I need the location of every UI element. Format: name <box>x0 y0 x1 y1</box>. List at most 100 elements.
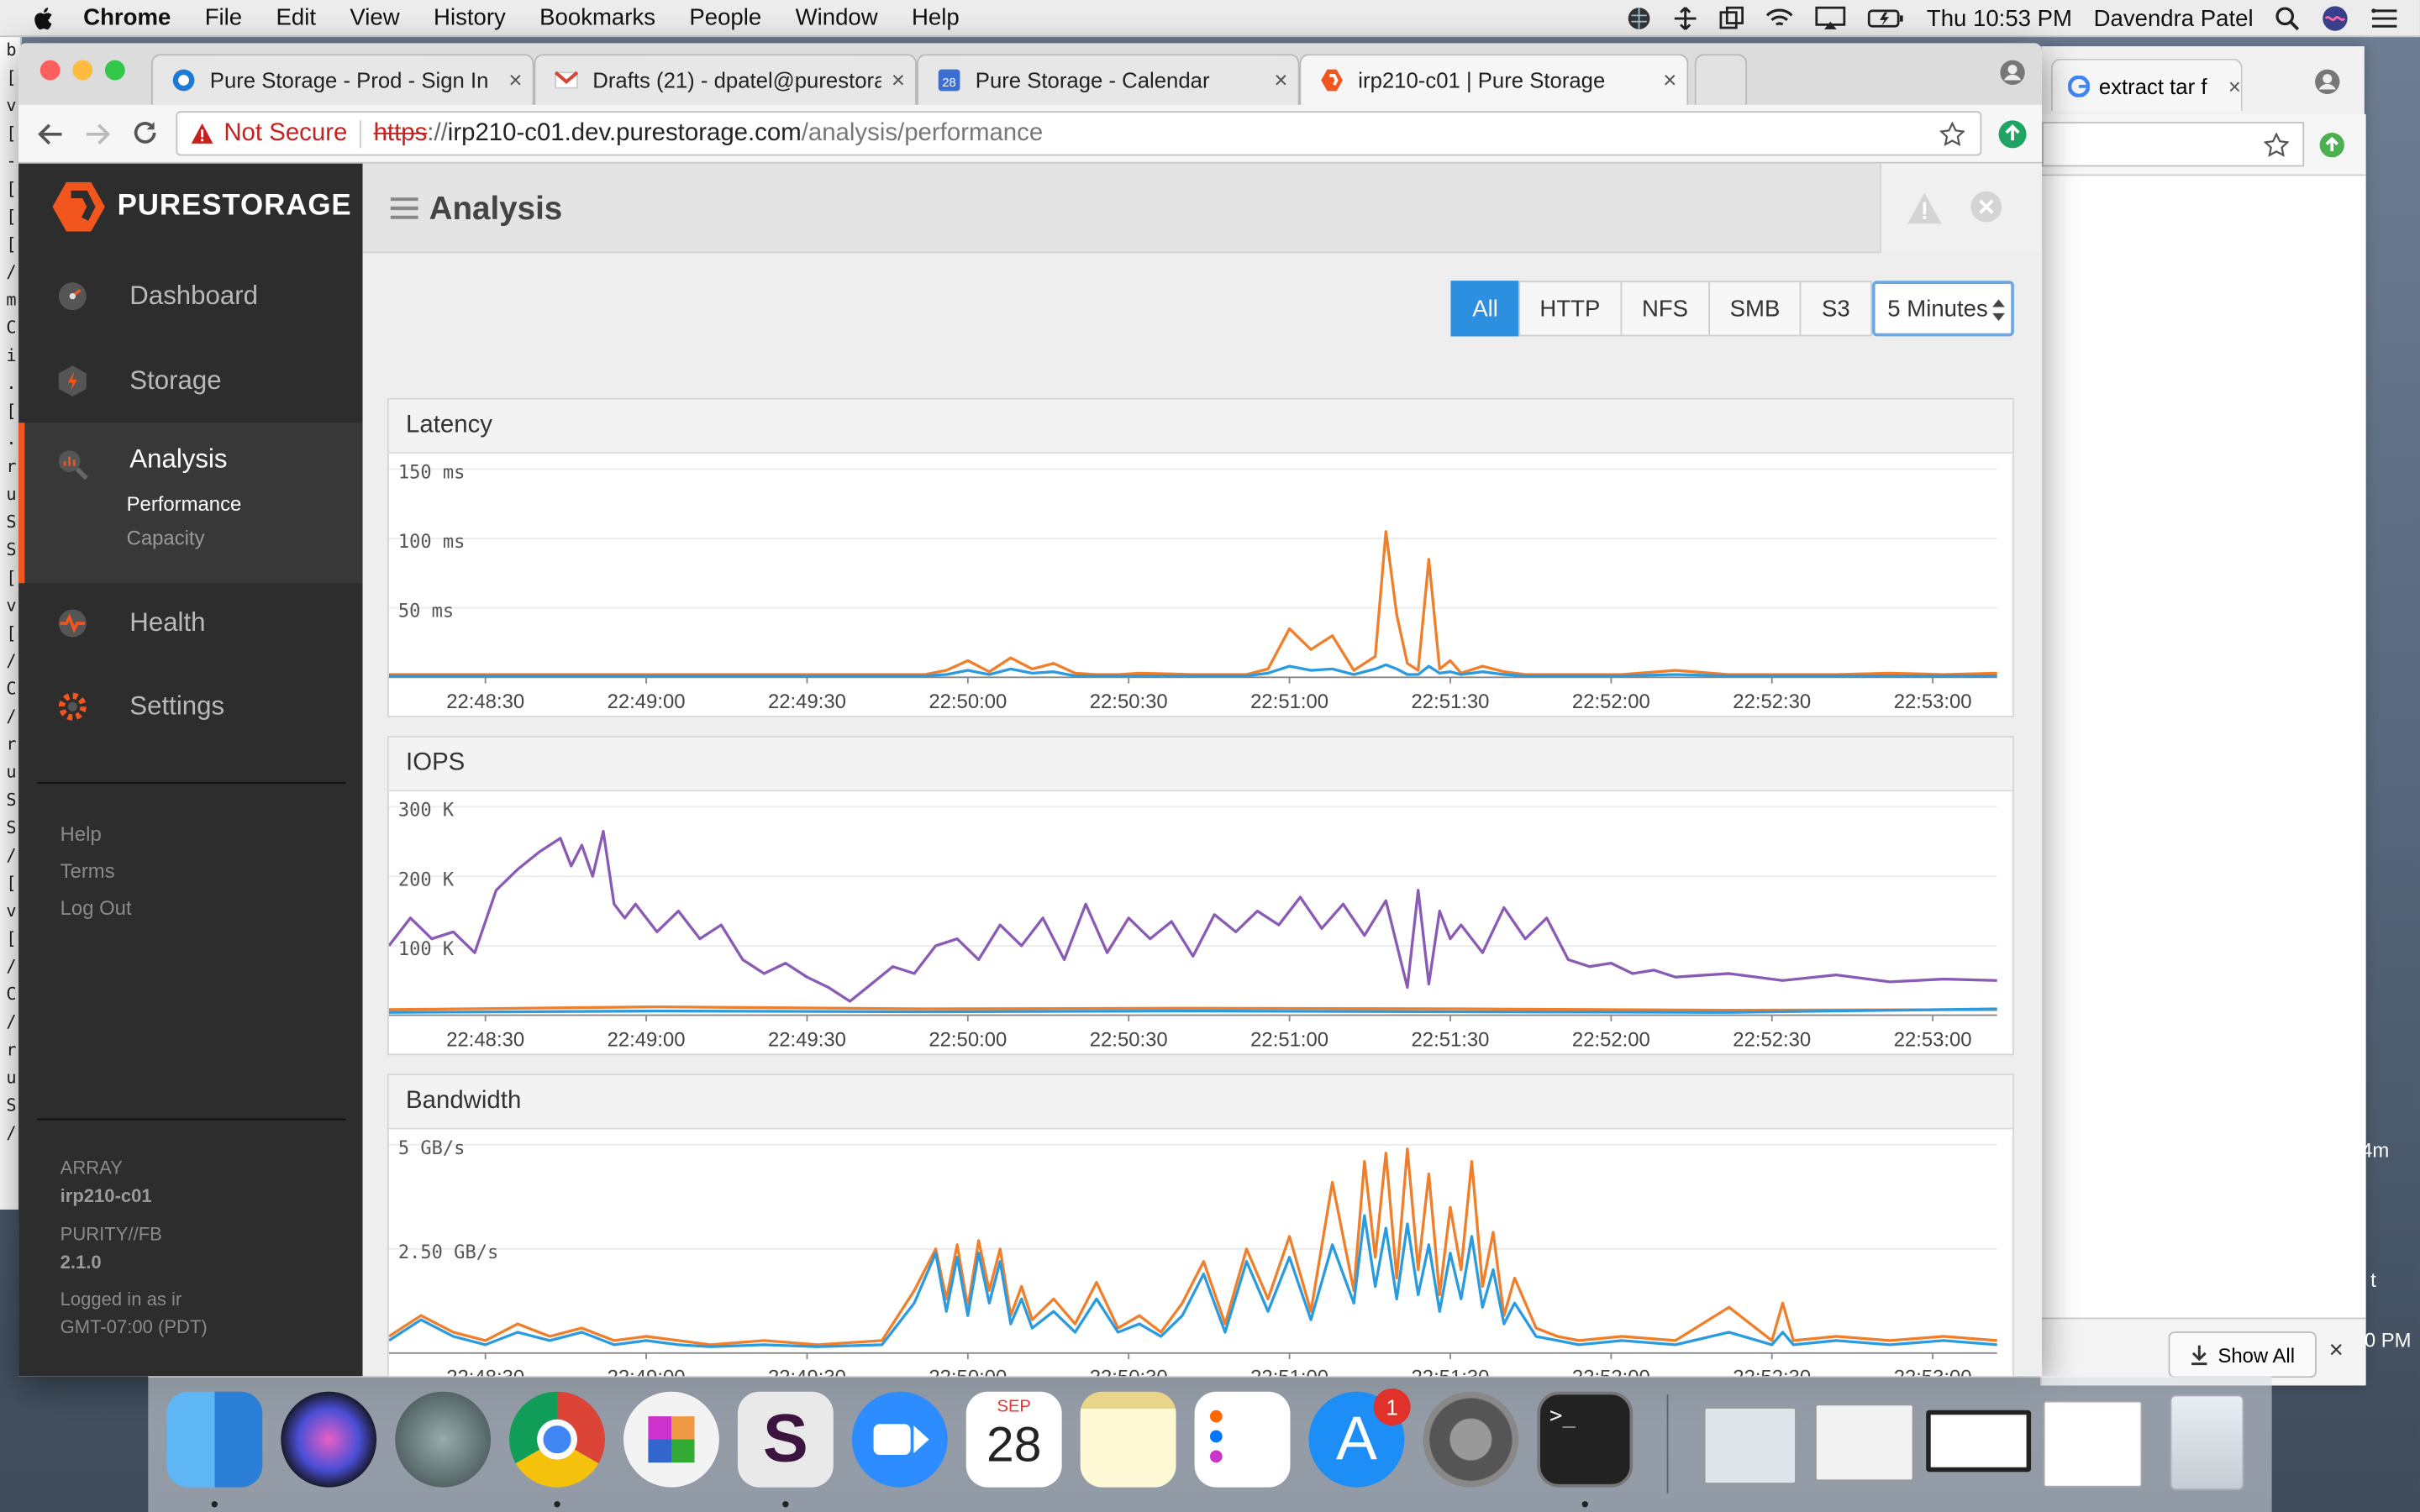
filter-all-button[interactable]: All <box>1450 281 1520 337</box>
nav-health[interactable]: Health <box>18 581 363 664</box>
menu-edit[interactable]: Edit <box>276 5 316 31</box>
minimized-window-thumbnail[interactable] <box>1926 1410 2032 1473</box>
bookmark-star-icon[interactable] <box>1939 122 1965 146</box>
trash-icon[interactable] <box>2170 1394 2244 1491</box>
menu-view[interactable]: View <box>350 5 399 31</box>
close-tab-icon[interactable]: × <box>1264 67 1297 93</box>
okta-icon <box>172 69 195 92</box>
filter-http-button[interactable]: HTTP <box>1518 281 1623 337</box>
back-arrow-icon[interactable] <box>37 120 65 148</box>
iops-chart[interactable]: 300 K 200 K 100 K 22:48:30 22:49:00 22:49:30 2… <box>388 791 2012 1053</box>
menubar-user[interactable]: Davendra Patel <box>2094 5 2254 31</box>
minimized-window-thumbnail[interactable] <box>2043 1400 2143 1488</box>
tab-title: irp210-c01 | Pure Storage <box>1358 67 1606 93</box>
tab-okta-sign-in[interactable]: Pure Storage - Prod - Sign In × <box>150 54 534 105</box>
filter-s3-button[interactable]: S3 <box>1800 281 1872 337</box>
screen-share-icon[interactable] <box>1720 6 1744 30</box>
close-circle-icon[interactable] <box>1970 190 2003 223</box>
close-tab-icon[interactable]: × <box>881 67 915 93</box>
filter-nfs-button[interactable]: NFS <box>1620 281 1710 337</box>
storage-icon <box>58 365 87 397</box>
link-help[interactable]: Help <box>60 822 102 846</box>
close-icon[interactable]: × <box>2228 73 2241 97</box>
menu-window[interactable]: Window <box>796 5 878 31</box>
filter-smb-button[interactable]: SMB <box>1707 281 1802 337</box>
siri-icon[interactable] <box>281 1391 377 1488</box>
background-tab[interactable]: extract tar f × <box>2050 58 2243 112</box>
menu-help[interactable]: Help <box>912 5 960 31</box>
reload-icon[interactable] <box>131 118 159 146</box>
calendar-app-icon[interactable]: SEP 28 <box>965 1391 1062 1488</box>
menu-people[interactable]: People <box>689 5 761 31</box>
close-window-button[interactable] <box>39 60 60 81</box>
slack-icon[interactable]: S <box>737 1391 834 1488</box>
minimized-window-thumbnail[interactable] <box>1814 1404 1914 1482</box>
notes-icon[interactable] <box>1080 1391 1176 1488</box>
calendar-icon: 28 <box>938 69 960 92</box>
forward-arrow-icon[interactable] <box>83 120 111 148</box>
nav-settings[interactable]: Settings <box>18 665 363 748</box>
menu-app-name[interactable]: Chrome <box>83 5 171 31</box>
wifi-icon[interactable] <box>1766 8 1794 29</box>
close-tab-icon[interactable]: × <box>498 67 532 93</box>
airplay-icon[interactable] <box>1816 6 1847 30</box>
tab-pure-storage-active[interactable]: irp210-c01 | Pure Storage × <box>1299 54 1689 105</box>
spotlight-search-icon[interactable] <box>2275 6 2300 31</box>
zoom-icon[interactable] <box>851 1391 948 1488</box>
close-download-shelf-icon[interactable]: × <box>2329 1337 2344 1365</box>
nav-analysis[interactable]: Analysis Performance Capacity <box>18 423 363 584</box>
nav-storage[interactable]: Storage <box>18 339 363 423</box>
close-tab-icon[interactable]: × <box>1653 67 1686 93</box>
series-line <box>388 1147 1997 1347</box>
warning-triangle-icon <box>191 123 213 144</box>
link-logout[interactable]: Log Out <box>60 896 132 920</box>
not-secure-label[interactable]: Not Secure <box>224 119 347 147</box>
subnav-performance[interactable]: Performance <box>127 492 242 516</box>
menu-bookmarks[interactable]: Bookmarks <box>539 5 655 31</box>
background-page-body <box>2041 176 2366 1318</box>
notification-center-icon[interactable] <box>2370 8 2398 29</box>
menu-history[interactable]: History <box>434 5 506 31</box>
bandwidth-chart[interactable]: 5 GB/s 2.50 GB/s 22:48:30 22:49:00 22:49:30 2… <box>388 1129 2012 1376</box>
zoom-window-button[interactable] <box>104 60 125 81</box>
bookmark-star-icon[interactable] <box>2264 132 2289 157</box>
finder-icon[interactable] <box>166 1391 263 1488</box>
background-address-bar[interactable] <box>2041 113 2366 176</box>
omnibox[interactable]: Not Secure https :// irp210-c01.dev.pure… <box>176 111 1982 156</box>
profile-icon[interactable] <box>2313 68 2341 96</box>
terminal-icon[interactable]: >_ <box>1537 1391 1634 1488</box>
apple-menu-icon[interactable] <box>31 5 59 29</box>
background-browser-window[interactable]: extract tar f × Show All × <box>2040 46 2366 1386</box>
latency-chart[interactable]: 150 ms 100 ms 50 ms 22:48:30 22:49:00 22:49:3… <box>388 454 2012 716</box>
purestorage-logo[interactable]: PURESTORAGE <box>52 181 351 232</box>
settings-icon <box>58 692 87 721</box>
time-range-select[interactable]: 5 Minutes <box>1871 281 2014 337</box>
extension-update-icon[interactable] <box>1998 120 2027 149</box>
move-arrows-icon[interactable] <box>1674 6 1698 30</box>
window-controls <box>39 60 125 81</box>
globe-icon[interactable] <box>1628 6 1652 30</box>
minimize-window-button[interactable] <box>72 60 93 81</box>
extension-icon[interactable] <box>2319 132 2344 158</box>
tab-gmail-drafts[interactable]: Drafts (21) - dpatel@purestora × <box>534 54 917 105</box>
nav-dashboard[interactable]: Dashboard <box>18 255 363 338</box>
system-preferences-icon[interactable] <box>1423 1391 1519 1488</box>
battery-icon[interactable] <box>1868 8 1905 29</box>
minimized-window-thumbnail[interactable] <box>1703 1407 1797 1484</box>
launchpad-icon[interactable] <box>395 1391 492 1488</box>
photos-grid-icon[interactable] <box>623 1391 719 1488</box>
alert-triangle-icon[interactable] <box>1906 192 1943 225</box>
profile-icon[interactable] <box>1999 59 2027 87</box>
new-tab-button[interactable] <box>1694 54 1748 105</box>
menubar-clock[interactable]: Thu 10:53 PM <box>1927 5 2072 31</box>
reminders-icon[interactable] <box>1194 1391 1291 1488</box>
subnav-capacity[interactable]: Capacity <box>127 526 205 549</box>
show-all-downloads-button[interactable]: Show All <box>2168 1331 2317 1378</box>
tab-calendar[interactable]: 28 Pure Storage - Calendar × <box>916 54 1300 105</box>
x-tick-label: 22:50:30 <box>1090 1028 1168 1051</box>
hamburger-menu-icon[interactable] <box>390 197 418 219</box>
siri-icon[interactable] <box>2321 5 2349 33</box>
link-terms[interactable]: Terms <box>60 859 115 883</box>
menu-file[interactable]: File <box>205 5 242 31</box>
chrome-icon[interactable] <box>509 1391 605 1488</box>
